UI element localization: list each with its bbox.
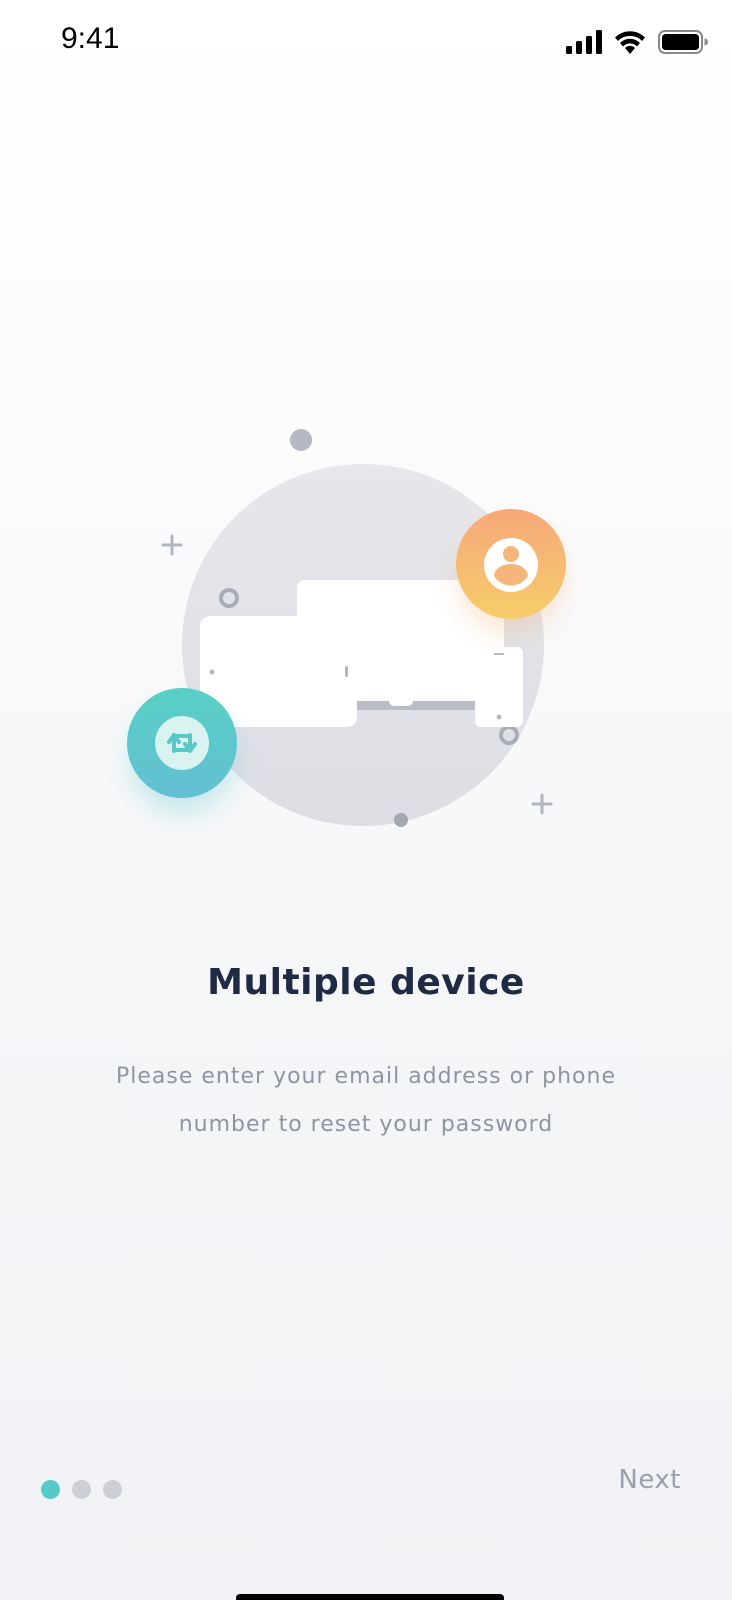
page-title: Multiple device xyxy=(207,962,525,1003)
phone-icon xyxy=(475,647,523,727)
sync-icon xyxy=(127,688,237,798)
decoration-dot xyxy=(290,429,312,451)
page-dot-3[interactable] xyxy=(103,1480,122,1499)
pagination-dots xyxy=(41,1480,122,1499)
page-dot-2[interactable] xyxy=(72,1480,91,1499)
page-dot-1[interactable] xyxy=(41,1480,60,1499)
status-bar: 9:41 xyxy=(0,0,732,90)
onboarding-illustration xyxy=(0,420,732,860)
plus-icon xyxy=(531,793,553,815)
page-description: Please enter your email address or phone… xyxy=(116,1064,616,1137)
home-indicator xyxy=(236,1594,504,1600)
wifi-icon xyxy=(615,31,645,54)
user-profile-icon xyxy=(456,509,566,619)
next-button[interactable]: Next xyxy=(618,1465,681,1495)
decoration-dot xyxy=(394,813,408,827)
signal-icon xyxy=(566,30,602,54)
status-time: 9:41 xyxy=(61,22,120,55)
battery-icon xyxy=(658,30,708,54)
plus-icon xyxy=(161,534,183,556)
status-icons xyxy=(566,30,708,54)
